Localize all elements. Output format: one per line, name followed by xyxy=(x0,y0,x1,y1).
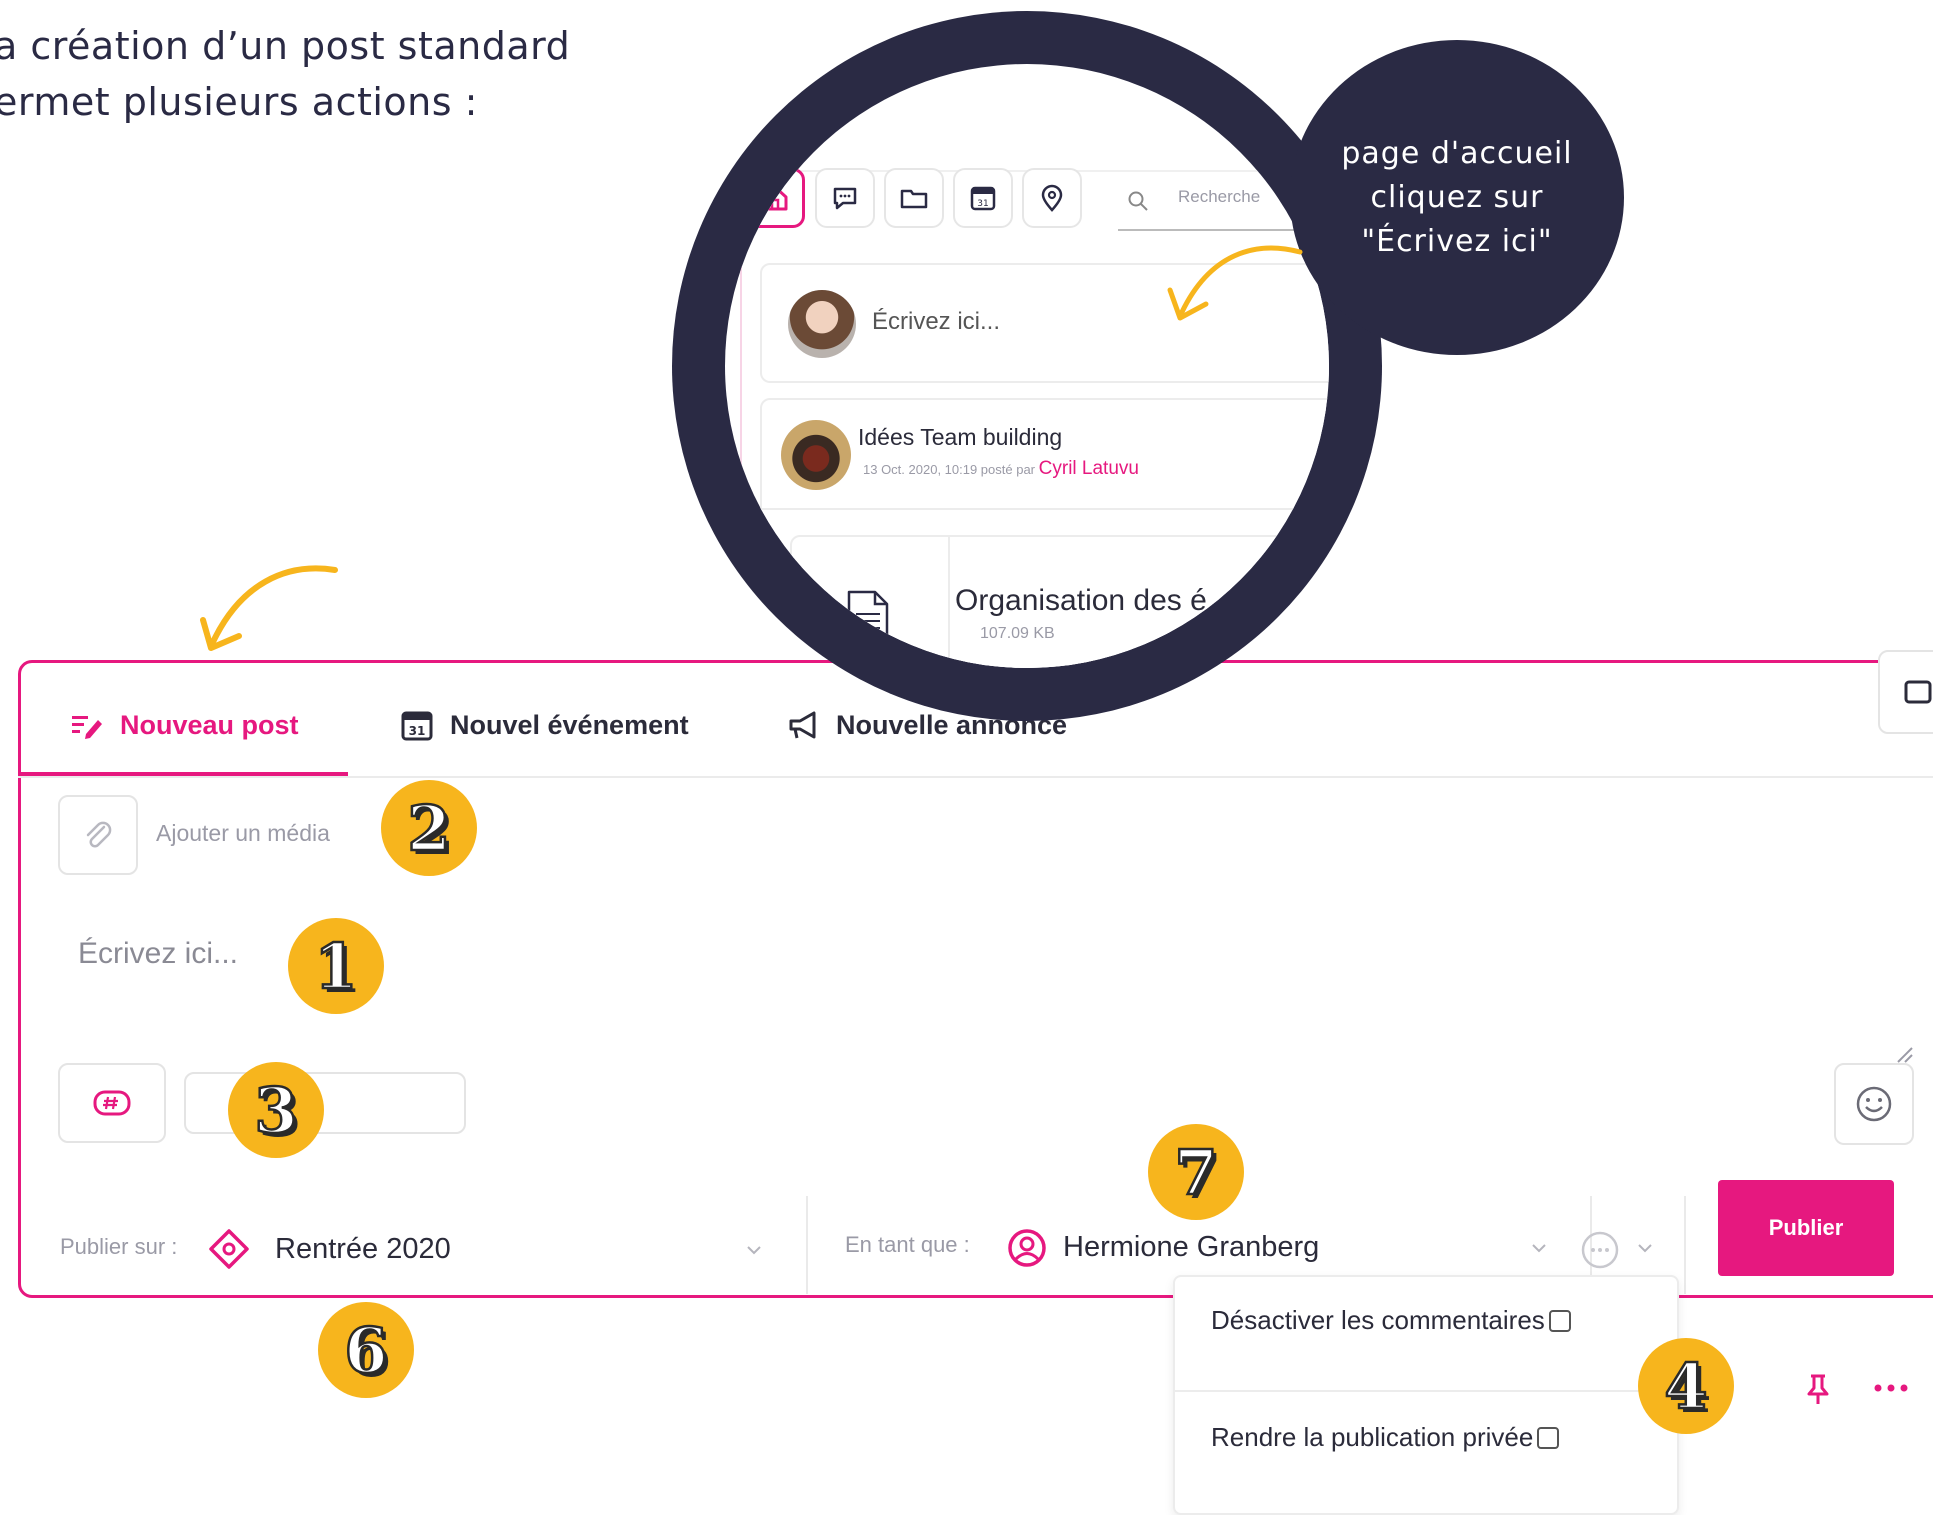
tab-divider xyxy=(18,776,1933,778)
svg-text:31: 31 xyxy=(409,724,426,738)
resize-grip-icon xyxy=(1897,1047,1913,1063)
badge-6: 6 xyxy=(318,1302,414,1398)
search-input[interactable]: Recherche xyxy=(1178,187,1260,207)
emoji-icon xyxy=(1856,1086,1892,1122)
location-pin-icon xyxy=(1041,184,1063,212)
intro-line-2: ermet plusieurs actions : xyxy=(0,80,478,124)
post-text-input[interactable]: Écrivez ici... xyxy=(78,937,238,971)
chat-icon xyxy=(833,187,857,210)
calendar-icon: 31 xyxy=(401,711,433,741)
dropdown-divider xyxy=(1175,1390,1677,1392)
nav-calendar-button[interactable]: 31 xyxy=(953,168,1013,228)
badge-3: 3 xyxy=(228,1062,324,1158)
search-icon xyxy=(1128,191,1148,211)
disable-comments-option[interactable]: Désactiver les commentaires xyxy=(1211,1305,1571,1336)
more-options-icon[interactable] xyxy=(1580,1230,1620,1270)
megaphone-icon xyxy=(789,711,816,739)
nav-messages-button[interactable] xyxy=(815,168,875,228)
hashtag-icon xyxy=(93,1090,131,1116)
curved-arrow-icon xyxy=(200,565,338,651)
nav-files-button[interactable] xyxy=(884,168,944,228)
home-icon xyxy=(762,185,788,211)
nav-home-button[interactable] xyxy=(745,168,805,228)
tab-new-post[interactable]: Nouveau post xyxy=(70,700,299,750)
chevron-down-icon[interactable] xyxy=(1530,1241,1548,1255)
post-author[interactable]: Cyril Latuvu xyxy=(1039,458,1139,479)
nav-location-button[interactable] xyxy=(1022,168,1082,228)
svg-text:31: 31 xyxy=(977,199,988,209)
publish-on-select[interactable]: Rentrée 2020 xyxy=(275,1233,451,1266)
chevron-down-icon[interactable] xyxy=(745,1243,763,1257)
post-date: 13 Oct. 2020, 10:19 posté par xyxy=(863,462,1036,477)
disable-comments-checkbox[interactable] xyxy=(1548,1309,1571,1332)
as-user-label: En tant que : xyxy=(845,1232,970,1257)
publish-button[interactable]: Publier xyxy=(1718,1180,1894,1276)
disable-comments-label: Désactiver les commentaires xyxy=(1211,1305,1545,1335)
badge-4: 4 xyxy=(1638,1338,1734,1434)
folder-icon xyxy=(900,189,928,209)
paperclip-icon xyxy=(86,821,112,848)
make-private-option[interactable]: Rendre la publication privée xyxy=(1211,1422,1560,1453)
post-avatar xyxy=(781,420,851,490)
document-icon xyxy=(847,590,889,646)
intro-line-1: a création d’un post standard xyxy=(0,24,571,68)
group-icon xyxy=(209,1229,249,1269)
add-media-button[interactable] xyxy=(58,795,138,875)
make-private-label: Rendre la publication privée xyxy=(1211,1422,1534,1452)
emoji-button[interactable] xyxy=(1834,1063,1914,1145)
tab-new-post-label: Nouveau post xyxy=(120,709,299,740)
make-private-checkbox[interactable] xyxy=(1537,1426,1560,1449)
chevron-down-icon[interactable] xyxy=(1636,1241,1654,1255)
post-divider xyxy=(760,508,1329,510)
panel-icon xyxy=(1904,680,1932,704)
as-user-select[interactable]: Hermione Granberg xyxy=(1063,1231,1319,1264)
attachment-name[interactable]: Organisation des é xyxy=(955,584,1207,618)
calendar-icon: 31 xyxy=(970,186,996,211)
attachment-size: 107.09 KB xyxy=(980,625,1055,642)
hashtag-input[interactable] xyxy=(184,1072,466,1134)
callout-line-1: page d'accueil xyxy=(1341,135,1573,171)
tab-new-event-label: Nouvel événement xyxy=(450,709,689,740)
badge-2: 2 xyxy=(381,780,477,876)
pin-icon[interactable] xyxy=(1805,1372,1831,1406)
avatar xyxy=(788,290,856,358)
edit-post-icon xyxy=(72,716,102,739)
tab-new-event[interactable]: 31 Nouvel événement xyxy=(400,700,689,750)
hashtag-button[interactable] xyxy=(58,1063,166,1143)
badge-7: 7 xyxy=(1148,1124,1244,1220)
callout-line-3: "Écrivez ici" xyxy=(1361,223,1553,259)
publish-on-label: Publier sur : xyxy=(60,1234,178,1259)
post-meta: 13 Oct. 2020, 10:19 posté par Cyril Latu… xyxy=(863,458,1139,480)
divider xyxy=(1684,1196,1686,1294)
badge-1: 1 xyxy=(288,918,384,1014)
callout-bubble: page d'accueil cliquez sur "Écrivez ici" xyxy=(1290,40,1624,355)
intro-text: a création d’un post standard ermet plus… xyxy=(0,18,570,130)
user-icon xyxy=(1008,1229,1046,1267)
divider xyxy=(806,1196,808,1294)
attachment-divider xyxy=(948,537,950,668)
magnifier-view: 31 Recherche Écrivez ici... Idées Team b… xyxy=(725,64,1329,668)
curved-arrow-icon xyxy=(1167,245,1303,321)
write-post-placeholder[interactable]: Écrivez ici... xyxy=(872,308,1000,336)
ellipsis-icon[interactable] xyxy=(1872,1380,1912,1396)
post-title[interactable]: Idées Team building xyxy=(858,424,1062,451)
callout-line-2: cliquez sur xyxy=(1370,179,1544,215)
add-media-label: Ajouter un média xyxy=(156,820,330,846)
side-divider xyxy=(740,245,742,668)
side-toggle-button[interactable] xyxy=(1878,650,1933,734)
